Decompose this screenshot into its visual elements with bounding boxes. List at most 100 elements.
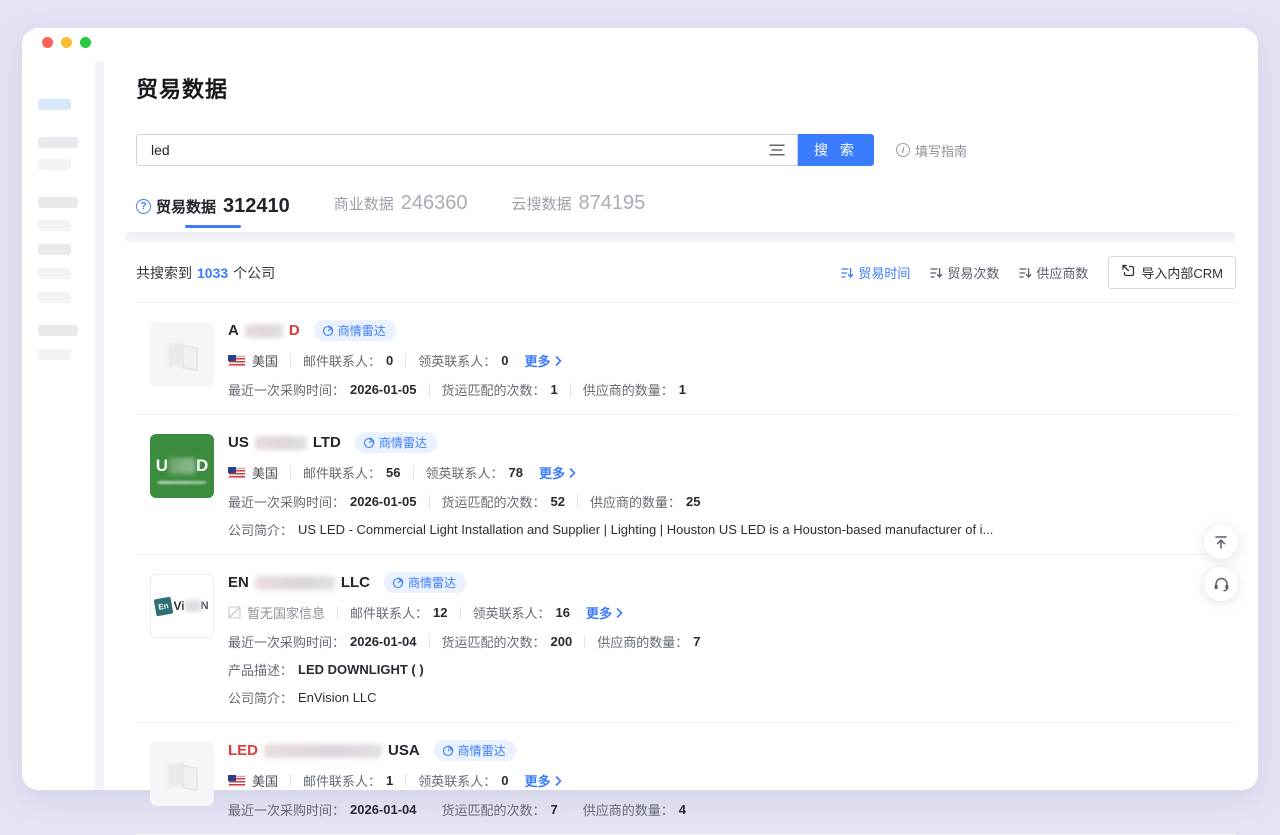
import-crm-label: 导入内部CRM [1141, 263, 1223, 282]
maximize-window-button[interactable] [80, 37, 91, 48]
sidebar-item[interactable] [38, 159, 71, 170]
guide-link[interactable]: 填写指南 [896, 141, 967, 160]
sidebar-item[interactable] [38, 244, 71, 255]
tab-count: 874195 [579, 192, 646, 215]
radar-icon [442, 745, 454, 757]
sort-trade-count[interactable]: 贸易次数 [930, 263, 999, 282]
search-button[interactable]: 搜 索 [798, 134, 874, 166]
sidebar-item[interactable] [38, 325, 78, 336]
company-name-segment: LLC [341, 574, 370, 591]
linkedin-contacts-value[interactable]: 16 [556, 605, 570, 620]
freight-match-value: 52 [551, 494, 565, 509]
company-card-body: ENLLC 商情雷达 暂无国家信息 邮件联系人：12 领英联系人：16 更多 最… [228, 568, 1236, 707]
last-purchase-label: 最近一次采购时间： [228, 800, 345, 819]
linkedin-contacts-value: 0 [501, 773, 508, 788]
tab-trade-data[interactable]: 贸易数据 312410 [136, 195, 290, 232]
product-desc-value: LED DOWNLIGHT ( ) [298, 662, 424, 677]
divider [290, 774, 291, 787]
company-card[interactable]: UD USLTD 商情雷达 美国 邮件联系人：56 领英联系人：78 更多 最近… [136, 415, 1236, 555]
linkedin-contacts-label: 领英联系人： [418, 351, 496, 370]
linkedin-contacts-value: 0 [501, 353, 508, 368]
email-contacts-value: 0 [386, 353, 393, 368]
company-logo: UD [150, 434, 214, 498]
minimize-window-button[interactable] [61, 37, 72, 48]
company-name-segment: USA [388, 742, 420, 759]
chevron-right-icon [555, 776, 562, 786]
supplier-count-value: 25 [686, 494, 700, 509]
divider [429, 635, 430, 648]
sort-trade-time[interactable]: 贸易时间 [841, 263, 910, 282]
more-link[interactable]: 更多 [525, 771, 562, 790]
chevron-right-icon [616, 608, 623, 618]
company-name[interactable]: LEDUSA [228, 742, 420, 759]
radar-icon [392, 577, 404, 589]
chevron-right-icon [555, 356, 562, 366]
company-profile-label: 公司简介： [228, 688, 293, 707]
question-circle-icon[interactable] [136, 199, 151, 214]
supplier-count-label: 供应商的数量： [597, 632, 688, 651]
freight-match-value: 1 [551, 382, 558, 397]
email-contacts-label: 邮件联系人： [303, 771, 381, 790]
divider [290, 466, 291, 479]
search-bar: led 搜 索 填写指南 [136, 134, 1236, 166]
tab-business-data[interactable]: 商业数据 246360 [334, 192, 468, 229]
email-contacts-label: 邮件联系人： [350, 603, 428, 622]
company-name-segment: D [289, 322, 300, 339]
filter-lines-icon[interactable] [769, 143, 785, 162]
sidebar-divider [95, 62, 104, 790]
country-label: 美国 [252, 771, 278, 790]
company-card[interactable]: AD 商情雷达 美国 邮件联系人：0 领英联系人：0 更多 最近一次采购时间：2… [136, 303, 1236, 415]
radar-badge[interactable]: 商情雷达 [434, 740, 516, 761]
tab-cloud-search-data[interactable]: 云搜数据 874195 [512, 192, 646, 229]
last-purchase-value: 2026-01-05 [350, 382, 417, 397]
email-contacts-value[interactable]: 1 [386, 773, 393, 788]
linkedin-contacts-label: 领英联系人： [473, 603, 551, 622]
radar-badge[interactable]: 商情雷达 [384, 572, 466, 593]
divider [413, 466, 414, 479]
email-contacts-value[interactable]: 12 [433, 605, 447, 620]
sidebar-item[interactable] [38, 349, 71, 360]
company-card[interactable]: EnViN ENLLC 商情雷达 暂无国家信息 邮件联系人：12 领英联系人：1… [136, 555, 1236, 723]
last-purchase-value: 2026-01-04 [350, 634, 417, 649]
sidebar-item-active[interactable] [38, 99, 71, 110]
more-link[interactable]: 更多 [586, 603, 623, 622]
last-purchase-value: 2026-01-05 [350, 494, 417, 509]
company-name[interactable]: AD [228, 322, 300, 339]
tab-count: 312410 [223, 195, 290, 218]
company-name-segment: EN [228, 574, 249, 591]
divider [570, 383, 571, 396]
radar-badge[interactable]: 商情雷达 [314, 320, 396, 341]
company-name[interactable]: USLTD [228, 434, 341, 451]
sidebar-item[interactable] [38, 268, 71, 279]
last-purchase-value: 2026-01-04 [350, 802, 417, 817]
company-card-body: USLTD 商情雷达 美国 邮件联系人：56 领英联系人：78 更多 最近一次采… [228, 428, 1236, 539]
customer-service-button[interactable] [1204, 567, 1238, 601]
email-contacts-label: 邮件联系人： [303, 351, 381, 370]
back-to-top-button[interactable] [1204, 525, 1238, 559]
us-flag-icon [228, 467, 246, 479]
company-card[interactable]: LEDUSA 商情雷达 美国 邮件联系人：1 领英联系人：0 更多 最近一次采购… [136, 723, 1236, 835]
linkedin-contacts-label: 领英联系人： [426, 463, 504, 482]
tab-panel-divider [125, 232, 1236, 242]
more-link[interactable]: 更多 [525, 351, 562, 370]
company-name[interactable]: EN LLC [228, 574, 370, 591]
radar-badge[interactable]: 商情雷达 [355, 432, 437, 453]
linkedin-contacts-value[interactable]: 78 [509, 465, 523, 480]
radar-icon [363, 437, 375, 449]
email-contacts-value[interactable]: 56 [386, 465, 400, 480]
sidebar-item[interactable] [38, 220, 71, 231]
import-crm-button[interactable]: 导入内部CRM [1108, 256, 1236, 289]
supplier-count-value: 1 [679, 382, 686, 397]
company-profile-label: 公司简介： [228, 520, 293, 539]
more-link[interactable]: 更多 [539, 463, 576, 482]
active-tab-underline [185, 225, 241, 228]
email-contacts-label: 邮件联系人： [303, 463, 381, 482]
sidebar-item[interactable] [38, 137, 78, 148]
sort-supplier-count[interactable]: 供应商数 [1019, 263, 1088, 282]
search-input[interactable]: led [136, 134, 798, 166]
sidebar-item[interactable] [38, 197, 78, 208]
sidebar-item[interactable] [38, 292, 71, 303]
company-name-segment: US [228, 434, 249, 451]
company-logo: EnViN [150, 574, 214, 638]
close-window-button[interactable] [42, 37, 53, 48]
